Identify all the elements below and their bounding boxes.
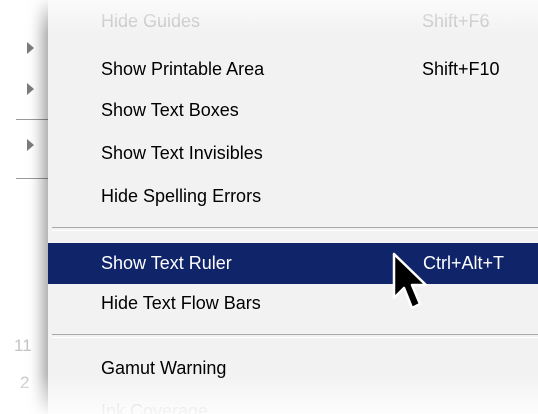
menu-item-label: Ink Coverage [101,401,209,414]
background-number: 11 [14,336,32,355]
menu-separator [52,227,538,231]
submenu-arrow-icon [27,42,34,54]
menu-item-label: Hide Spelling Errors [101,186,262,206]
view-menu: Hide Guides Shift+F6 Show Printable Area… [48,0,538,414]
menu-item-gamut-warning[interactable]: Gamut Warning [48,349,538,388]
menu-item-label: Gamut Warning [101,358,227,378]
menu-separator [52,334,538,338]
screenshot-stage: 11 2 Hide Guides Shift+F6 Show Printable… [0,0,538,414]
background-number: 2 [20,373,30,392]
menu-item-show-printable-area[interactable]: Show Printable Area Shift+F10 [48,50,538,89]
menu-item-show-text-ruler[interactable]: Show Text Ruler Ctrl+Alt+T [48,243,538,284]
menu-item-label: Show Printable Area [101,59,265,79]
menu-item-label: Hide Guides [101,11,201,31]
menu-item-hide-spelling-errors[interactable]: Hide Spelling Errors [48,177,538,216]
menu-item-hide-text-flow-bars[interactable]: Hide Text Flow Bars [48,284,538,323]
menu-item-ink-coverage[interactable]: Ink Coverage [48,392,538,414]
menu-item-show-text-invisibles[interactable]: Show Text Invisibles [48,134,538,173]
menu-item-label: Hide Text Flow Bars [101,293,261,313]
menu-item-label: Show Text Invisibles [101,143,263,163]
background-divider [16,119,50,120]
menu-item-hide-guides[interactable]: Hide Guides Shift+F6 [48,2,538,41]
menu-item-label: Show Text Ruler [101,253,232,273]
menu-item-label: Show Text Boxes [101,100,239,120]
background-divider [16,178,50,179]
submenu-arrow-icon [27,83,34,95]
menu-item-shortcut: Shift+F10 [422,59,500,79]
submenu-arrow-icon [27,139,34,151]
menu-item-shortcut: Ctrl+Alt+T [423,253,505,273]
menu-item-shortcut: Shift+F6 [422,11,490,31]
menu-item-show-text-boxes[interactable]: Show Text Boxes [48,91,538,130]
mouse-pointer-icon [392,252,428,310]
